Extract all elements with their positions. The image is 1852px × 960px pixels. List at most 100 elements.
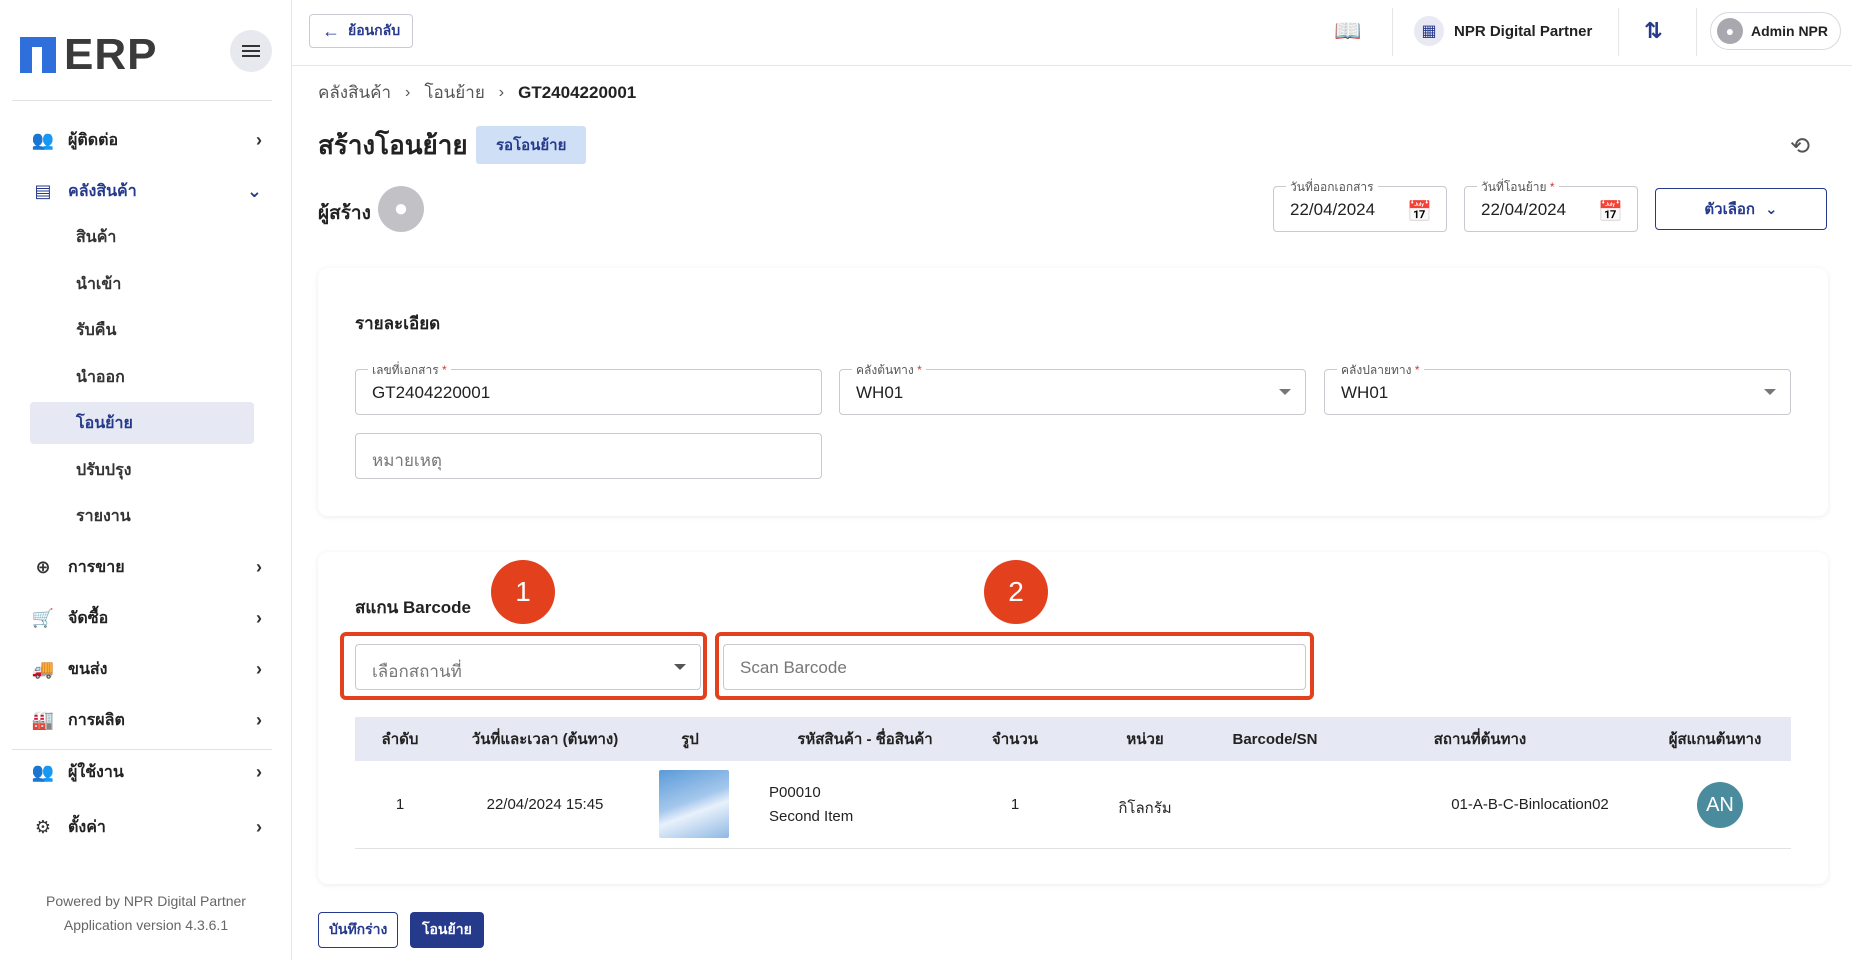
col-header-unit: หน่วย — [1126, 731, 1164, 748]
sidebar-item-manufacturing[interactable]: 🏭 การผลิต › — [32, 700, 262, 740]
chevron-right-icon: › — [256, 658, 262, 679]
back-button-label: ย้อนกลับ — [348, 22, 401, 38]
source-warehouse-select[interactable]: คลังต้นทาง * WH01 — [839, 361, 1306, 415]
sidebar-item-purchase[interactable]: 🛒 จัดซื้อ › — [32, 598, 262, 638]
users-icon: 👥 — [31, 761, 55, 782]
truck-icon: 🚚 — [31, 658, 55, 679]
col-header-barcode: Barcode/SN — [1232, 730, 1318, 748]
sidebar-subitem-import[interactable]: นำเข้า — [30, 263, 254, 305]
caret-down-icon — [1764, 389, 1776, 395]
logo-mark-icon — [20, 37, 58, 73]
sidebar-item-label: จัดซื้อ — [68, 609, 109, 627]
manual-book-icon[interactable]: 📖 — [1334, 18, 1361, 44]
menu-toggle-button[interactable] — [230, 30, 272, 72]
chevron-right-icon: › — [256, 607, 262, 628]
col-header-location: สถานที่ต้นทาง — [1433, 731, 1527, 748]
row-qty: 1 — [1010, 796, 1020, 813]
back-button[interactable]: ← ย้อนกลับ — [309, 14, 414, 48]
creator-avatar: ● — [378, 186, 424, 232]
breadcrumb-item-warehouse[interactable]: คลังสินค้า — [318, 79, 391, 106]
sidebar-subitem-transfer[interactable]: โอนย้าย — [30, 402, 254, 444]
sidebar-subitem-adjust[interactable]: ปรับปรุง — [30, 449, 254, 491]
erp-logo: ERP — [20, 30, 157, 80]
chevron-right-icon: › — [498, 83, 505, 101]
transfer-date-value: 22/04/2024 — [1481, 200, 1567, 219]
chevron-right-icon: › — [405, 83, 411, 101]
calendar-icon[interactable]: 📅 — [1598, 199, 1623, 224]
table-header: ลำดับ วันที่และเวลา (ต้นทาง) รูป รหัสสิน… — [355, 717, 1791, 761]
sidebar-subitem-products[interactable]: สินค้า — [30, 216, 254, 258]
chevron-down-icon: ⌄ — [1765, 201, 1778, 218]
breadcrumb-item-transfer[interactable]: โอนย้าย — [424, 79, 484, 106]
user-menu[interactable]: ● Admin NPR — [1710, 12, 1841, 50]
logo-text: ERP — [64, 30, 158, 79]
chevron-right-icon: › — [256, 816, 262, 837]
sidebar-item-contacts[interactable]: 👥 ผู้ติดต่อ › — [32, 120, 262, 160]
sidebar-subitem-return[interactable]: รับคืน — [30, 309, 254, 351]
sidebar-item-sales[interactable]: ⊕ การขาย › — [32, 547, 262, 587]
sidebar-item-settings[interactable]: ⚙ ตั้งค่า › — [32, 807, 262, 847]
arrow-left-icon: ← — [322, 20, 340, 41]
company-name: NPR Digital Partner — [1454, 22, 1593, 40]
sidebar-item-label: ผู้ติดต่อ — [68, 131, 119, 149]
sidebar-item-users[interactable]: 👥 ผู้ใช้งาน › — [32, 752, 262, 792]
dest-warehouse-value: WH01 — [1341, 383, 1389, 402]
gear-icon: ⚙ — [34, 816, 52, 837]
save-draft-button[interactable]: บันทึกร่าง — [318, 912, 399, 948]
sidebar-divider — [12, 749, 272, 750]
doc-no-field[interactable]: เลขที่เอกสาร * GT2404220001 — [355, 361, 822, 415]
building-icon: ▦ — [1414, 16, 1444, 46]
transfer-date-label: วันที่โอนย้าย * — [1477, 178, 1559, 197]
step-marker-1: 1 — [491, 560, 555, 624]
page-title: สร้างโอนย้าย — [318, 130, 468, 160]
powered-by-text: Powered by NPR Digital Partner — [46, 893, 246, 909]
cart-icon: 🛒 — [31, 607, 55, 628]
chevron-down-icon: ⌄ — [246, 180, 262, 201]
sidebar-item-logistics[interactable]: 🚚 ขนส่ง › — [32, 649, 262, 689]
scan-title: สแกน Barcode — [355, 598, 471, 617]
sidebar-item-label: การขาย — [68, 558, 125, 576]
chevron-right-icon: › — [256, 556, 262, 577]
creator-label: ผู้สร้าง — [318, 203, 371, 224]
remark-field[interactable]: หมายเหตุ — [355, 433, 822, 479]
transfer-button[interactable]: โอนย้าย — [410, 912, 484, 948]
sidebar: ERP 👥 ผู้ติดต่อ › ▤ คลังสินค้า ⌄ สินค้า … — [0, 0, 292, 960]
row-no: 1 — [395, 796, 405, 813]
source-warehouse-label: คลังต้นทาง * — [852, 361, 926, 380]
history-icon[interactable]: ⟲ — [1790, 132, 1810, 161]
issue-date-field[interactable]: วันที่ออกเอกสาร 22/04/2024 📅 — [1273, 178, 1447, 232]
col-header-no: ลำดับ — [381, 731, 419, 748]
dest-warehouse-select[interactable]: คลังปลายทาง * WH01 — [1324, 361, 1791, 415]
product-thumbnail[interactable] — [659, 770, 729, 838]
issue-date-label: วันที่ออกเอกสาร — [1286, 178, 1378, 197]
topbar-divider — [1392, 8, 1393, 56]
hamburger-icon — [242, 50, 260, 52]
swap-vertical-icon[interactable]: ⇅ — [1644, 18, 1662, 44]
plus-circle-icon: ⊕ — [35, 556, 51, 577]
sidebar-item-label: ขนส่ง — [68, 660, 108, 678]
calendar-icon[interactable]: 📅 — [1407, 199, 1432, 224]
row-product-name: Second Item — [769, 808, 854, 825]
options-button[interactable]: ตัวเลือก ⌄ — [1655, 188, 1827, 230]
col-header-datetime: วันที่และเวลา (ต้นทาง) — [471, 731, 619, 748]
avatar: ● — [1717, 18, 1743, 44]
issue-date-value: 22/04/2024 — [1290, 200, 1376, 219]
row-product-code: P00010 — [769, 784, 821, 801]
breadcrumb: คลังสินค้า › โอนย้าย › GT2404220001 — [318, 79, 636, 106]
sidebar-subitem-report[interactable]: รายงาน — [30, 495, 254, 537]
dest-warehouse-label: คลังปลายทาง * — [1337, 361, 1424, 380]
options-label: ตัวเลือก — [1704, 201, 1755, 218]
sidebar-subitem-export[interactable]: นำออก — [30, 356, 254, 398]
transfer-date-field[interactable]: วันที่โอนย้าย * 22/04/2024 📅 — [1464, 178, 1638, 232]
highlight-box-barcode — [715, 632, 1314, 700]
row-divider — [355, 848, 1791, 849]
col-header-image: รูป — [681, 731, 699, 748]
step-marker-2: 2 — [984, 560, 1048, 624]
sidebar-item-warehouse[interactable]: ▤ คลังสินค้า ⌄ — [32, 171, 262, 211]
col-header-qty: จำนวน — [991, 731, 1039, 748]
company-switcher[interactable]: ▦ NPR Digital Partner — [1414, 16, 1592, 46]
highlight-box-location — [340, 632, 707, 700]
doc-no-label: เลขที่เอกสาร * — [368, 361, 451, 380]
sidebar-item-label: การผลิต — [68, 711, 125, 729]
contacts-icon: 👥 — [31, 129, 55, 150]
